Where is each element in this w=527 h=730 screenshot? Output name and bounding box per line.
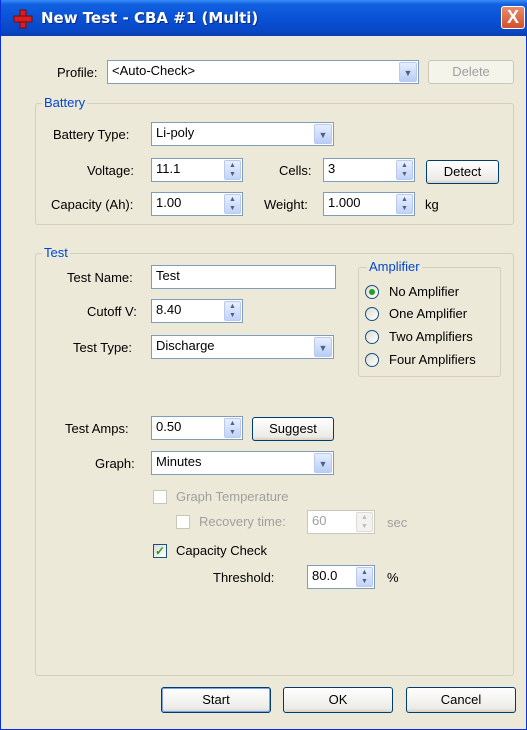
voltage-input[interactable]: 11.1 ▲ ▼ [151, 158, 243, 182]
window-title: New Test - CBA #1 (Multi) [41, 9, 259, 27]
voltage-label: Voltage: [87, 163, 134, 178]
battery-type-label: Battery Type: [53, 127, 130, 142]
test-type-value: Discharge [156, 338, 215, 353]
spinner-arrows-icon[interactable]: ▲ ▼ [224, 418, 241, 438]
spinner-arrows-icon[interactable]: ▲ ▼ [396, 194, 413, 214]
test-name-label: Test Name: [67, 270, 133, 285]
chevron-down-icon[interactable]: ▼ [314, 453, 332, 473]
graph-label: Graph: [95, 456, 135, 471]
capacity-check-label: Capacity Check [176, 543, 268, 558]
test-name-input[interactable]: Test [151, 265, 336, 289]
two-amplifiers-label: Two Amplifiers [389, 329, 473, 344]
cutoff-label: Cutoff V: [87, 304, 137, 319]
spinner-arrows-icon[interactable]: ▲ ▼ [224, 194, 241, 214]
cells-value: 3 [328, 161, 336, 176]
threshold-label: Threshold: [213, 570, 275, 585]
one-amplifier-label: One Amplifier [389, 306, 468, 321]
threshold-unit: % [387, 570, 399, 585]
capacity-value: 1.00 [156, 195, 182, 210]
weight-value: 1.000 [328, 195, 361, 210]
close-button[interactable]: X [501, 6, 525, 29]
battery-group-title: Battery [42, 95, 88, 110]
test-name-value: Test [156, 268, 180, 283]
test-amps-input[interactable]: 0.50 ▲ ▼ [151, 416, 243, 440]
ok-button[interactable]: OK [283, 687, 393, 713]
graph-dropdown[interactable]: Minutes ▼ [151, 451, 334, 475]
start-button[interactable]: Start [161, 687, 271, 713]
delete-profile-button[interactable]: Delete [428, 60, 514, 84]
cells-input[interactable]: 3 ▲ ▼ [323, 158, 415, 182]
battery-type-value: Li-poly [156, 125, 195, 140]
capacity-check-checkbox[interactable]: ✓ [153, 544, 167, 558]
spinner-arrows-icon[interactable]: ▲ ▼ [224, 301, 241, 321]
spinner-arrows-icon[interactable]: ▲ ▼ [356, 567, 373, 587]
detect-button[interactable]: Detect [426, 160, 499, 184]
cutoff-value: 8.40 [156, 302, 182, 317]
graph-value: Minutes [156, 454, 202, 469]
recovery-time-checkbox[interactable] [176, 515, 190, 529]
recovery-time-value: 60 [312, 513, 327, 528]
battery-type-dropdown[interactable]: Li-poly ▼ [151, 122, 334, 146]
weight-unit: kg [425, 197, 439, 212]
weight-label: Weight: [264, 197, 308, 212]
test-amps-value: 0.50 [156, 419, 182, 434]
recovery-time-input[interactable]: 60 ▲ ▼ [307, 510, 375, 534]
profile-dropdown[interactable]: <Auto-Check> ▼ [107, 60, 419, 84]
cancel-button[interactable]: Cancel [406, 687, 516, 713]
cells-label: Cells: [279, 163, 312, 178]
four-amplifiers-label: Four Amplifiers [389, 352, 476, 367]
recovery-time-label: Recovery time: [199, 514, 286, 529]
graph-temperature-checkbox[interactable] [153, 490, 167, 504]
test-amps-label: Test Amps: [65, 421, 129, 436]
new-test-dialog: New Test - CBA #1 (Multi) X Profile: <Au… [0, 0, 527, 730]
amplifier-group-title: Amplifier [367, 259, 422, 274]
radio-four-amplifiers[interactable] [365, 353, 379, 367]
profile-label: Profile: [57, 65, 98, 80]
no-amplifier-label: No Amplifier [389, 284, 460, 299]
recovery-time-unit: sec [387, 515, 408, 530]
close-icon: X [506, 7, 519, 27]
suggest-button[interactable]: Suggest [252, 417, 334, 441]
profile-value: <Auto-Check> [112, 63, 196, 78]
voltage-value: 11.1 [156, 161, 181, 176]
app-plus-icon [13, 9, 33, 29]
test-type-label: Test Type: [73, 340, 133, 355]
chevron-down-icon[interactable]: ▼ [399, 62, 417, 82]
chevron-down-icon[interactable]: ▼ [314, 337, 332, 357]
threshold-value: 80.0 [312, 568, 338, 583]
graph-temperature-label: Graph Temperature [176, 489, 289, 504]
chevron-down-icon[interactable]: ▼ [314, 124, 332, 144]
radio-no-amplifier[interactable] [365, 285, 379, 299]
capacity-input[interactable]: 1.00 ▲ ▼ [151, 192, 243, 216]
threshold-input[interactable]: 80.0 ▲ ▼ [307, 565, 375, 589]
test-group-title: Test [42, 245, 70, 260]
checkmark-icon: ✓ [154, 544, 166, 558]
spinner-arrows-icon[interactable]: ▲ ▼ [356, 512, 373, 532]
spinner-arrows-icon[interactable]: ▲ ▼ [396, 160, 413, 180]
radio-one-amplifier[interactable] [365, 307, 379, 321]
radio-two-amplifiers[interactable] [365, 330, 379, 344]
spinner-arrows-icon[interactable]: ▲ ▼ [224, 160, 241, 180]
title-bar[interactable]: New Test - CBA #1 (Multi) X [1, 0, 527, 36]
capacity-label: Capacity (Ah): [51, 197, 134, 212]
weight-input[interactable]: 1.000 ▲ ▼ [323, 192, 415, 216]
cutoff-input[interactable]: 8.40 ▲ ▼ [151, 299, 243, 323]
test-type-dropdown[interactable]: Discharge ▼ [151, 335, 334, 359]
